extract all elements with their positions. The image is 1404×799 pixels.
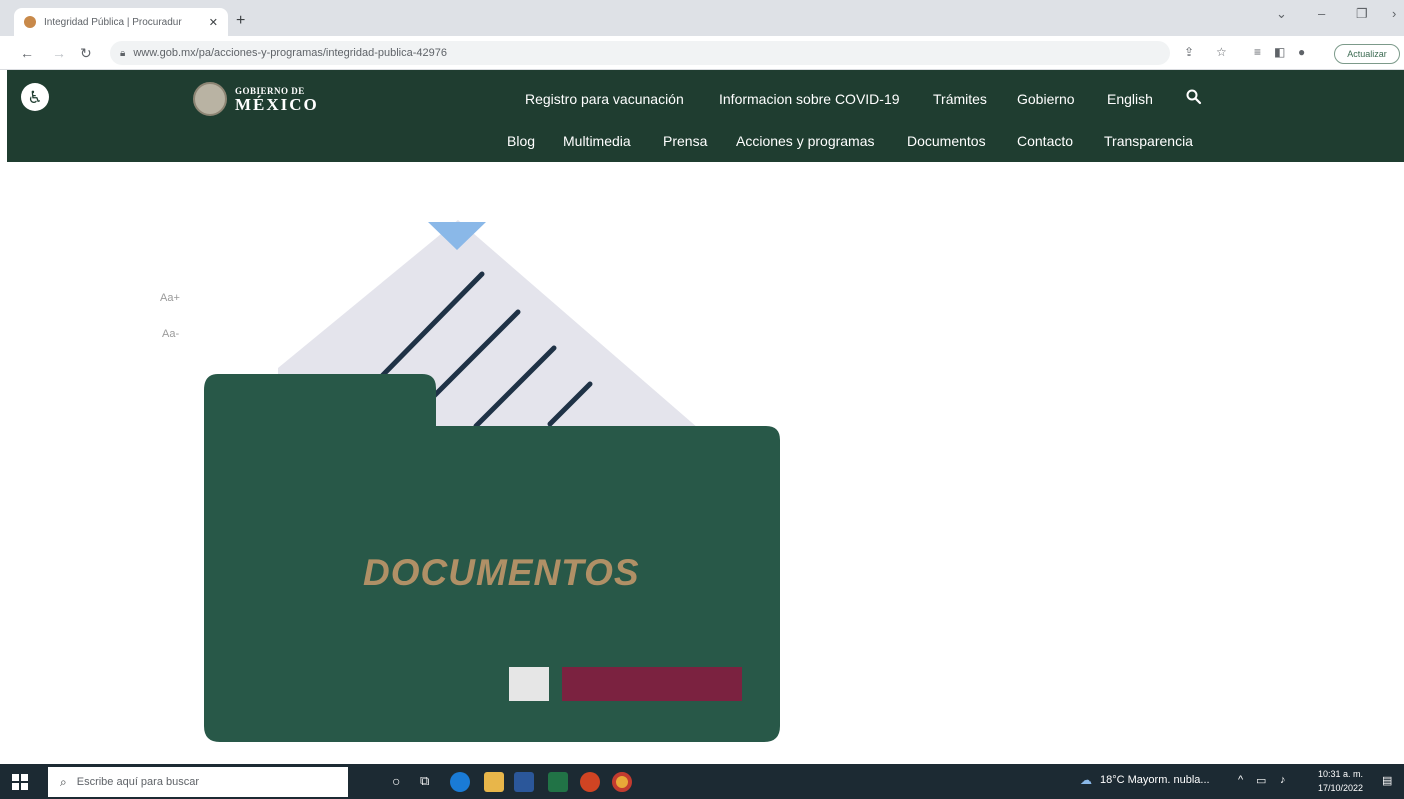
nav-prensa[interactable]: Prensa — [663, 133, 707, 149]
accessibility-icon[interactable]: ♿︎ — [21, 83, 49, 111]
chrome-icon[interactable] — [612, 772, 632, 792]
browser-tab-strip: Integridad Pública | Procuradur ✕ + ⌄ – … — [0, 0, 1404, 36]
clock-date: 17/10/2022 — [1318, 783, 1364, 793]
nav-tramites[interactable]: Trámites — [933, 91, 987, 107]
minimize-icon[interactable]: – — [1318, 6, 1325, 21]
edge-icon[interactable] — [450, 772, 470, 792]
close-window-icon[interactable]: › — [1392, 6, 1396, 21]
gobierno-logo[interactable]: GOBIERNO DE MÉXICO — [193, 82, 319, 116]
tab-title: Integridad Pública | Procuradur — [44, 16, 182, 28]
powerpoint-icon[interactable] — [580, 772, 600, 792]
cortana-icon[interactable]: ○ — [392, 773, 400, 789]
reload-icon[interactable]: ↻ — [80, 45, 92, 62]
hero-title: DOCUMENTOS — [363, 552, 640, 593]
nav-transparencia[interactable]: Transparencia — [1104, 133, 1193, 149]
coat-of-arms-icon — [193, 82, 227, 116]
update-button[interactable]: Actualizar — [1334, 44, 1400, 64]
word-icon[interactable] — [514, 772, 534, 792]
windows-start-icon[interactable] — [12, 774, 28, 790]
tab-close-icon[interactable]: ✕ — [209, 16, 218, 29]
side-panel-icon[interactable]: ◧ — [1274, 45, 1285, 59]
nav-english[interactable]: English — [1107, 91, 1153, 107]
font-increase-button[interactable]: Aa+ — [160, 292, 180, 304]
flag-maroon-block — [562, 667, 742, 701]
nav-covid-info[interactable]: Informacion sobre COVID-19 — [719, 91, 900, 107]
nav-acciones-programas[interactable]: Acciones y programas — [736, 133, 875, 149]
screen: Integridad Pública | Procuradur ✕ + ⌄ – … — [0, 0, 1404, 799]
site-header: ♿︎ GOBIERNO DE MÉXICO Registro para vacu… — [7, 70, 1404, 162]
windows-taskbar: ⌕ Escribe aquí para buscar ○ ⧉ ☁ 18°C Ma… — [0, 764, 1404, 799]
restore-icon[interactable]: ❐ — [1356, 6, 1368, 22]
forward-icon[interactable]: → — [52, 45, 66, 61]
search-icon[interactable] — [1185, 88, 1203, 106]
nav-multimedia[interactable]: Multimedia — [563, 133, 631, 149]
file-explorer-icon[interactable] — [484, 772, 504, 792]
taskbar-search-placeholder: Escribe aquí para buscar — [76, 776, 200, 788]
font-decrease-button[interactable]: Aa- — [162, 328, 179, 340]
nav-documentos[interactable]: Documentos — [907, 133, 986, 149]
tray-chevron-icon[interactable]: ^ — [1238, 774, 1243, 786]
taskbar-search-box[interactable]: ⌕ Escribe aquí para buscar — [48, 767, 348, 797]
nav-gobierno[interactable]: Gobierno — [1017, 91, 1075, 107]
site-favicon-icon — [24, 16, 36, 28]
task-view-icon[interactable]: ⧉ — [420, 773, 429, 789]
bookmark-star-icon[interactable]: ☆ — [1216, 45, 1227, 59]
taskbar-clock[interactable]: 10:31 a. m. 17/10/2022 — [1318, 767, 1363, 795]
excel-icon[interactable] — [548, 772, 568, 792]
weather-text[interactable]: 18°C Mayorm. nubla... — [1100, 774, 1210, 786]
reading-list-icon[interactable]: ≡ — [1254, 45, 1261, 59]
network-icon[interactable]: ▭ — [1256, 774, 1266, 787]
nav-contacto[interactable]: Contacto — [1017, 133, 1073, 149]
tab-search-icon[interactable]: ⌄ — [1276, 6, 1287, 22]
flag-white-block — [509, 667, 549, 701]
magnifier-icon: ⌕ — [60, 774, 67, 789]
logo-text: GOBIERNO DE MÉXICO — [235, 86, 319, 113]
browser-toolbar: ← → ↻ 🔒︎ www.gob.mx/pa/acciones-y-progra… — [0, 36, 1404, 70]
documentos-illustration — [204, 220, 780, 742]
lock-icon: 🔒︎ — [120, 47, 126, 59]
share-icon[interactable]: ⇪ — [1184, 45, 1194, 59]
nav-blog[interactable]: Blog — [507, 133, 535, 149]
logo-line-2: MÉXICO — [235, 94, 319, 114]
weather-cloud-icon[interactable]: ☁ — [1080, 773, 1092, 787]
clock-time: 10:31 a. m. — [1318, 769, 1364, 779]
profile-icon[interactable]: ● — [1298, 45, 1305, 59]
notifications-icon[interactable]: ▤ — [1382, 774, 1392, 787]
new-tab-button[interactable]: + — [236, 12, 245, 30]
logo-line-1: GOBIERNO DE — [235, 85, 305, 96]
address-bar[interactable]: 🔒︎ www.gob.mx/pa/acciones-y-programas/in… — [110, 41, 1170, 65]
volume-icon[interactable]: ♪ — [1280, 774, 1286, 786]
browser-tab[interactable]: Integridad Pública | Procuradur ✕ — [14, 8, 228, 36]
url-text[interactable]: www.gob.mx/pa/acciones-y-programas/integ… — [133, 47, 447, 59]
back-icon[interactable]: ← — [20, 45, 34, 61]
nav-registro-vacunacion[interactable]: Registro para vacunación — [525, 91, 684, 107]
